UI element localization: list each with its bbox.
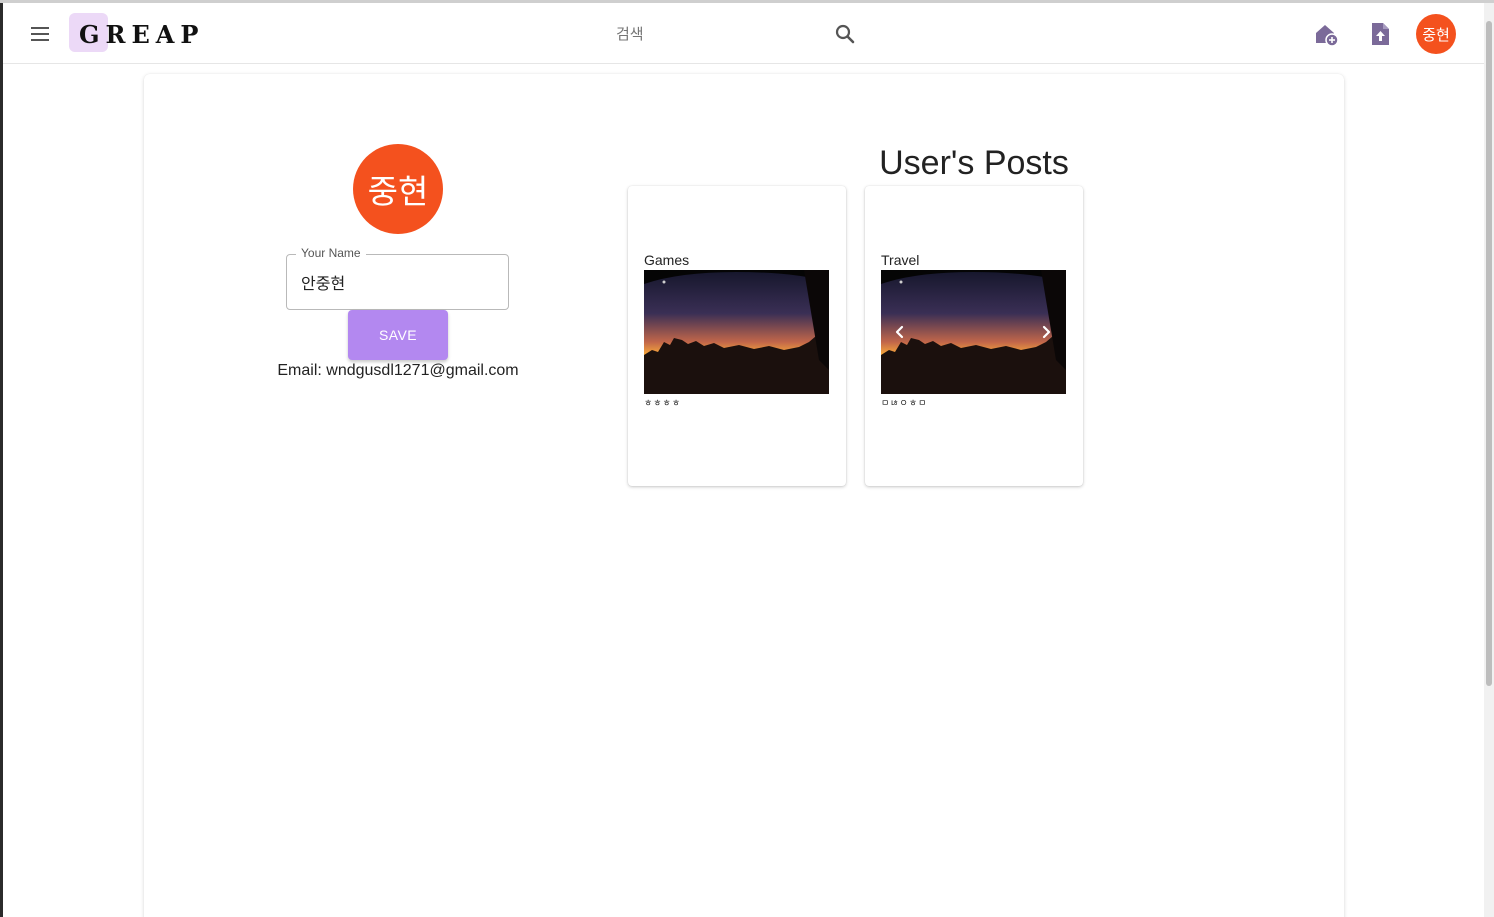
profile-avatar: 중현 <box>353 144 443 234</box>
name-input[interactable] <box>301 272 496 291</box>
menu-icon[interactable] <box>27 21 53 47</box>
name-field[interactable]: Your Name <box>286 246 509 310</box>
chevron-right-icon[interactable] <box>1036 322 1056 342</box>
post-body: ㅎㅎㅎㅎ <box>644 399 682 409</box>
search-icon[interactable] <box>833 22 857 46</box>
add-home-icon[interactable] <box>1312 20 1340 48</box>
scrollbar-thumb[interactable] <box>1486 21 1492 686</box>
post-card[interactable]: Travel ㅁㄶㅇㅎㅁ <box>865 186 1083 486</box>
search-input[interactable]: 검색 <box>616 23 644 44</box>
upload-file-icon[interactable] <box>1366 20 1394 48</box>
email-text: Email: wndgusdl1271@gmail.com <box>277 362 519 379</box>
scrollbar[interactable] <box>1484 3 1494 917</box>
posts-title: User's Posts <box>879 144 1069 182</box>
chevron-left-icon[interactable] <box>890 322 910 342</box>
main-card: 중현 Your Name SAVE Email: wndgusdl1271@gm… <box>144 74 1344 917</box>
post-category: Games <box>644 252 690 268</box>
logo-text: GREAP <box>79 20 205 49</box>
app-bar: GREAP 검색 중현 <box>3 3 1484 64</box>
name-field-label: Your Name <box>296 246 366 260</box>
post-image <box>644 270 829 394</box>
post-body: ㅁㄶㅇㅎㅁ <box>881 399 928 409</box>
window-left-edge <box>0 0 3 917</box>
post-image <box>881 270 1066 394</box>
post-category: Travel <box>881 252 920 268</box>
save-button[interactable]: SAVE <box>348 310 448 360</box>
user-avatar[interactable]: 중현 <box>1416 14 1456 54</box>
logo[interactable]: GREAP <box>69 13 198 53</box>
post-card[interactable]: Games ㅎㅎㅎㅎ <box>628 186 846 486</box>
